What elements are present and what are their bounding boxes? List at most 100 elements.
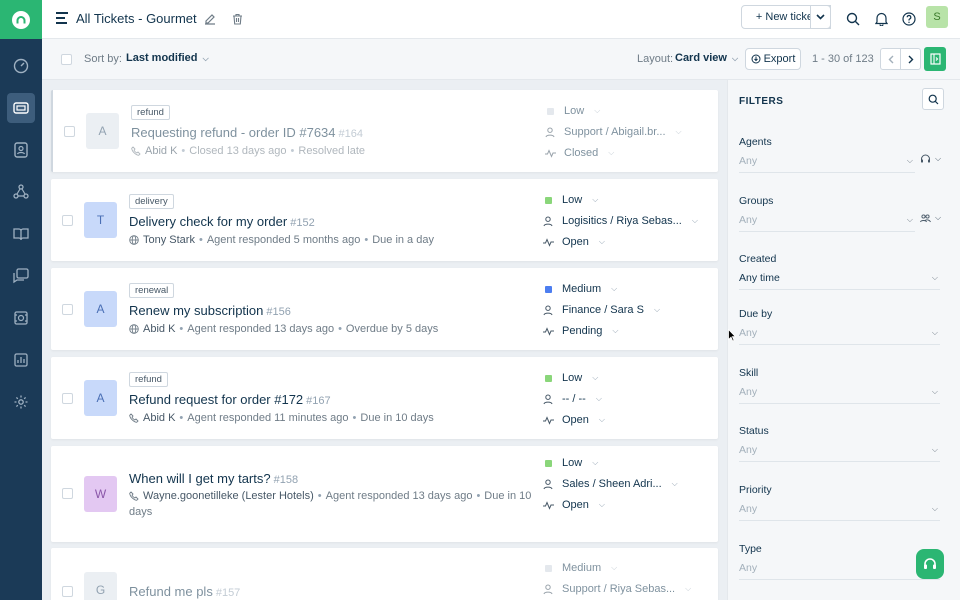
ticket-card[interactable]: T delivery Delivery check for my order #1… — [51, 179, 718, 261]
ticket-subject[interactable]: Refund request for order #172 #167 — [129, 392, 331, 407]
priority-indicator — [544, 459, 552, 467]
priority-select[interactable]: Any ⌵ — [739, 503, 940, 521]
filters-title: FILTERS — [739, 96, 784, 107]
nav-groups-icon[interactable] — [0, 171, 42, 213]
created-select[interactable]: Any time ⌵ — [739, 272, 940, 290]
ticket-subject[interactable]: Requesting refund - order ID #7634 #164 — [131, 125, 363, 140]
sort-dropdown[interactable]: Last modified ⌵ — [126, 52, 209, 64]
assignee-dropdown[interactable]: Support / Abigail.br... ⌵ — [544, 126, 682, 138]
ticket-card[interactable]: A refund Requesting refund - order ID #7… — [51, 90, 718, 172]
nav-dashboard-icon[interactable] — [0, 45, 42, 87]
export-icon — [751, 54, 761, 64]
status-activity-icon — [542, 500, 554, 510]
requester-avatar: A — [84, 291, 117, 327]
chevron-down-icon: ⌵ — [931, 387, 938, 396]
assignee-dropdown[interactable]: -- / -- ⌵ — [542, 393, 602, 405]
user-avatar[interactable]: S — [926, 6, 948, 28]
nav-solutions-book-icon[interactable] — [0, 213, 42, 255]
chevron-down-icon: ⌵ — [906, 156, 913, 165]
sort-label: Sort by: — [84, 53, 122, 65]
ticket-card[interactable]: G Refund me pls #157 Medium ⌵ Support / Ri… — [51, 548, 718, 600]
agent-icon — [543, 584, 553, 594]
chevron-down-icon: ⌵ — [931, 328, 938, 337]
left-nav — [0, 0, 42, 600]
filter-search-icon[interactable] — [922, 88, 944, 110]
export-button[interactable]: Export — [745, 48, 801, 70]
priority-dropdown[interactable]: Medium ⌵ — [542, 562, 617, 574]
delete-view-icon[interactable] — [228, 10, 246, 28]
ticket-tag: refund — [131, 105, 170, 120]
filters-panel: FILTERS Agents Any ⌵ ⌵ Groups Any ⌵ ⌵ Crea… — [727, 80, 960, 600]
nav-admin-icon[interactable] — [0, 297, 42, 339]
phone-icon — [129, 491, 139, 501]
chevron-down-icon: ⌵ — [931, 504, 938, 513]
phone-icon — [129, 413, 139, 423]
ticket-subject[interactable]: Renew my subscription #156 — [129, 303, 291, 318]
requester-avatar: G — [84, 572, 117, 600]
ticket-checkbox[interactable] — [62, 488, 73, 499]
ticket-checkbox[interactable] — [62, 304, 73, 315]
nav-reports-icon[interactable] — [0, 339, 42, 381]
due-by-select[interactable]: Any ⌵ — [739, 327, 940, 345]
group-users-icon[interactable]: ⌵ — [920, 213, 941, 223]
ticket-checkbox[interactable] — [62, 586, 73, 597]
assignee-dropdown[interactable]: Logisitics / Riya Sebas... ⌵ — [542, 215, 698, 227]
status-dropdown[interactable]: Open ⌵ — [542, 414, 605, 426]
groups-select[interactable]: Any ⌵ — [739, 214, 915, 232]
phone-icon — [131, 146, 141, 156]
freshdesk-logo-icon[interactable] — [0, 0, 42, 39]
ticket-subject[interactable]: Delivery check for my order #152 — [129, 214, 315, 229]
previous-page-chevron-left-icon[interactable] — [880, 48, 901, 70]
ticket-checkbox[interactable] — [62, 393, 73, 404]
ticket-card[interactable]: A renewal Renew my subscription #156 Abid… — [51, 268, 718, 350]
layout-dropdown[interactable]: Card view ⌵ — [675, 52, 738, 64]
status-activity-icon — [542, 326, 554, 336]
status-dropdown[interactable]: Pending ⌵ — [542, 325, 618, 337]
assignee-dropdown[interactable]: Support / Riya Sebas... ⌵ — [542, 583, 691, 595]
chevron-down-icon: ⌵ — [732, 54, 739, 63]
ticket-subject[interactable]: Refund me pls #157 — [129, 584, 240, 599]
search-icon[interactable] — [844, 10, 862, 28]
filter-type: Type Any — [739, 543, 940, 580]
priority-dropdown[interactable]: Low ⌵ — [542, 194, 598, 206]
next-page-chevron-right-icon[interactable] — [900, 48, 921, 70]
type-select[interactable]: Any — [739, 562, 940, 580]
assignee-dropdown[interactable]: Finance / Sara S ⌵ — [542, 304, 660, 316]
status-dropdown[interactable]: Open ⌵ — [542, 499, 605, 511]
priority-dropdown[interactable]: Low ⌵ — [542, 457, 598, 469]
new-ticket-dropdown-chevron-down-icon[interactable] — [810, 5, 831, 29]
top-header: All Tickets - Gourmet + New ticket S — [42, 0, 960, 39]
filter-panel-toggle-icon[interactable] — [924, 47, 946, 71]
nav-settings-gear-icon[interactable] — [0, 381, 42, 423]
ticket-subject[interactable]: When will I get my tarts? #158 — [129, 471, 298, 486]
ticket-meta-continued: days — [129, 506, 153, 518]
skill-select[interactable]: Any ⌵ — [739, 386, 940, 404]
agents-select[interactable]: Any ⌵ — [739, 155, 915, 173]
ticket-checkbox[interactable] — [64, 126, 75, 137]
notifications-bell-icon[interactable] — [872, 10, 890, 28]
status-select[interactable]: Any ⌵ — [739, 444, 940, 462]
assignee-dropdown[interactable]: Sales / Sheen Adri... ⌵ — [542, 478, 678, 490]
requester-avatar: A — [86, 113, 119, 149]
help-question-icon[interactable] — [900, 10, 918, 28]
priority-dropdown[interactable]: Low ⌵ — [544, 105, 600, 117]
ticket-card[interactable]: W When will I get my tarts? #158 Wayne.go… — [51, 446, 718, 542]
priority-dropdown[interactable]: Medium ⌵ — [542, 283, 617, 295]
status-dropdown[interactable]: Open ⌵ — [542, 236, 605, 248]
edit-view-icon[interactable] — [201, 10, 219, 28]
nav-forums-icon[interactable] — [0, 255, 42, 297]
nav-contacts-icon[interactable] — [0, 129, 42, 171]
headset-icon[interactable]: ⌵ — [920, 154, 941, 164]
priority-indicator — [544, 374, 552, 382]
chevron-down-icon: ⌵ — [202, 54, 209, 63]
select-all-checkbox[interactable] — [61, 54, 72, 65]
ticket-card[interactable]: A refund Refund request for order #172 #1… — [51, 357, 718, 439]
ticket-tag: refund — [129, 372, 168, 387]
priority-dropdown[interactable]: Low ⌵ — [542, 372, 598, 384]
status-dropdown[interactable]: Closed ⌵ — [544, 147, 614, 159]
help-widget-headset-icon[interactable] — [916, 549, 944, 579]
nav-tickets-icon[interactable] — [0, 87, 42, 129]
menu-icon[interactable] — [56, 12, 68, 24]
filter-created: Created Any time ⌵ — [739, 253, 940, 290]
ticket-checkbox[interactable] — [62, 215, 73, 226]
